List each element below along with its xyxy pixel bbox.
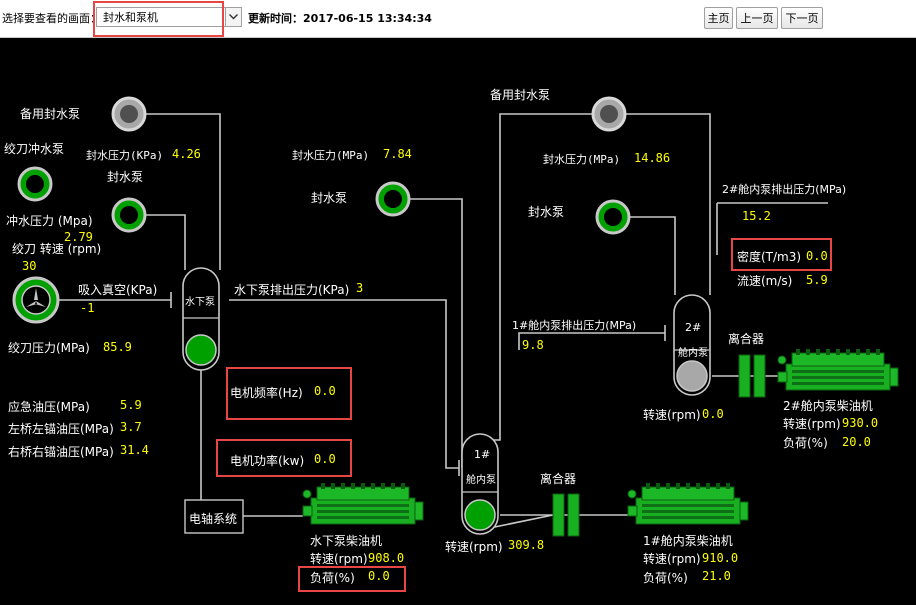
right-seal-pressure-label: 封水压力(MPa) (543, 153, 621, 166)
emergency-oil-label: 应急油压(MPa) (8, 400, 90, 414)
pump1-speed-value: 309.8 (508, 538, 545, 552)
prev-page-button[interactable]: 上一页 (736, 7, 778, 29)
toolbar: 选择要查看的画面： 封水和泵机 更新时间：2017-06-15 13:34:34… (0, 0, 916, 38)
uw-pump-discharge-value: 3 (356, 281, 364, 295)
right-anchor-value: 31.4 (120, 443, 149, 457)
pump2-sub-label: 舱内泵 (678, 348, 708, 359)
diesel2-speed-value: 930.0 (842, 416, 879, 430)
screen-select[interactable]: 封水和泵机 (96, 4, 244, 28)
uw-pump-discharge-label: 水下泵排出压力(KPa) (234, 283, 350, 297)
seal-pressure-value: 4.26 (172, 147, 201, 161)
diesel2-speed-label: 转速(rpm) (783, 417, 841, 431)
cutter-pressure-value: 85.9 (103, 340, 132, 354)
left-anchor-label: 左桥左锚油压(MPa) (8, 422, 114, 436)
flush-pressure-label: 冲水压力 (Mpa) (6, 214, 93, 228)
motor-freq-label: 电机频率(Hz) (230, 386, 303, 400)
pump1-discharge-label: 1#舱内泵排出压力(MPa) (512, 319, 637, 332)
flow-label: 流速(m/s) (737, 274, 793, 288)
pump2-discharge-value: 15.2 (742, 209, 771, 223)
diesel2-load-label: 负荷(%) (783, 436, 828, 450)
uw-load-value: 0.0 (368, 569, 390, 583)
diesel1-label: 1#舱内泵柴油机 (643, 534, 733, 548)
cutter-pressure-label: 绞刀压力(MPa) (8, 341, 90, 355)
seal-pump-label: 封水泵 (107, 170, 144, 184)
diesel1-load-value: 21.0 (702, 569, 731, 583)
pump2-name: 2# (685, 321, 702, 334)
uw-speed-value: 908.0 (368, 551, 405, 565)
diesel1-speed-label: 转速(rpm) (643, 552, 701, 566)
pump1-speed-label: 转速(rpm) (445, 540, 503, 554)
mid-seal-pump-label: 封水泵 (311, 191, 348, 205)
update-time: 更新时间：2017-06-15 13:34:34 (248, 12, 432, 25)
spare-seal-pump-label: 备用封水泵 (20, 107, 81, 121)
cutter-speed-label: 绞刀 转速 (rpm) (12, 242, 102, 256)
right-seal-pressure-value: 14.86 (634, 151, 671, 165)
next-page-button[interactable]: 下一页 (781, 7, 823, 29)
seal-pressure-label: 封水压力(KPa) (86, 149, 164, 162)
process-diagram (12, 96, 899, 537)
diesel1-load-label: 负荷(%) (643, 571, 688, 585)
pump1-sub-label: 舱内泵 (466, 475, 496, 486)
motor-power-label: 电机功率(kw) (230, 454, 305, 468)
select-label: 选择要查看的画面： (2, 12, 101, 25)
right-seal-pump-label: 封水泵 (528, 205, 565, 219)
underwater-pump-label: 水下泵 (185, 297, 215, 308)
diesel2-label: 2#舱内泵柴油机 (783, 399, 873, 413)
suction-vacuum-value: -1 (80, 301, 95, 315)
cutter-speed-value: 30 (22, 259, 37, 273)
density-label: 密度(T/m3) (737, 250, 802, 264)
shaft-system-label: 电轴系统 (189, 512, 238, 526)
uw-load-label: 负荷(%) (310, 571, 355, 585)
uw-diesel-label: 水下泵柴油机 (310, 534, 383, 548)
home-button[interactable]: 主页 (704, 7, 733, 29)
right-anchor-label: 右桥右锚油压(MPa) (8, 445, 114, 459)
emergency-oil-value: 5.9 (120, 398, 142, 412)
pump1-name: 1# (474, 448, 491, 461)
left-anchor-value: 3.7 (120, 420, 142, 434)
mid-seal-pressure-value: 7.84 (383, 147, 412, 161)
mid-seal-pressure-label: 封水压力(MPa) (292, 149, 370, 162)
motor-freq-value: 0.0 (314, 384, 336, 398)
pump1-discharge-value: 9.8 (522, 338, 544, 352)
density-value: 0.0 (806, 249, 828, 263)
pump2-speed-label: 转速(rpm) (643, 408, 701, 422)
flow-value: 5.9 (806, 273, 828, 287)
suction-vacuum-label: 吸入真空(KPa) (78, 283, 158, 297)
diesel1-speed-value: 910.0 (702, 551, 739, 565)
diesel2-load-value: 20.0 (842, 435, 871, 449)
clutch2-label: 离合器 (728, 332, 765, 346)
cutter-flush-pump-label: 绞刀冲水泵 (4, 142, 65, 156)
uw-speed-label: 转速(rpm) (310, 552, 368, 566)
motor-power-value: 0.0 (314, 452, 336, 466)
screen-select-value[interactable]: 封水和泵机 (96, 7, 226, 27)
chevron-down-icon[interactable] (226, 7, 242, 27)
clutch1-label: 离合器 (540, 472, 577, 486)
pump2-discharge-label: 2#舱内泵排出压力(MPa) (722, 183, 847, 196)
right-spare-pump-label: 备用封水泵 (490, 88, 551, 102)
pump2-speed-value: 0.0 (702, 407, 724, 421)
